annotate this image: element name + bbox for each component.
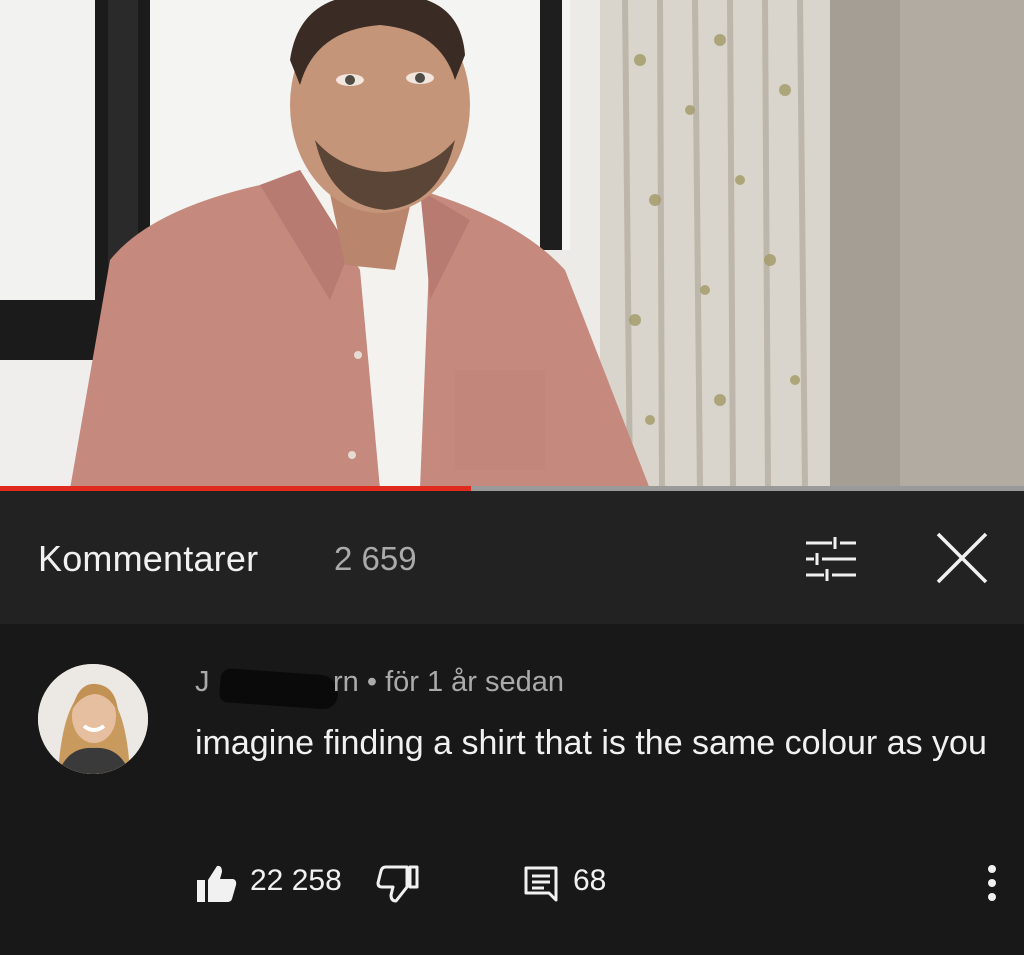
like-count: 22 258 <box>250 864 342 897</box>
thumbs-up-icon <box>197 865 237 902</box>
sliders-icon <box>806 537 856 581</box>
dislike-button[interactable] <box>376 864 420 904</box>
reply-icon <box>524 866 558 902</box>
close-comments-button[interactable] <box>930 528 994 588</box>
author-name-end[interactable]: rn <box>333 666 359 698</box>
comments-title: Kommentarer <box>38 538 259 579</box>
more-actions-button[interactable] <box>980 860 1004 906</box>
comment-author[interactable]: J <box>195 666 210 702</box>
comment-meta: rn • för 1 år sedan <box>333 666 564 699</box>
comment-timestamp[interactable]: • för 1 år sedan <box>359 666 564 698</box>
thumbs-down-icon <box>376 865 419 903</box>
comment-text: imagine finding a shirt that is the same… <box>195 724 987 762</box>
like-button[interactable] <box>195 864 239 904</box>
reply-button[interactable] <box>522 864 562 904</box>
video-player[interactable] <box>0 0 1024 489</box>
more-vert-icon <box>988 865 996 901</box>
author-name-start: J <box>195 666 210 698</box>
sort-filter-button[interactable] <box>802 533 860 585</box>
avatar-image <box>38 664 148 774</box>
avatar[interactable] <box>38 664 148 774</box>
close-icon <box>936 532 988 584</box>
comments-count: 2 659 <box>334 540 417 577</box>
reply-count: 68 <box>573 864 607 897</box>
video-frame-image <box>0 0 1024 489</box>
